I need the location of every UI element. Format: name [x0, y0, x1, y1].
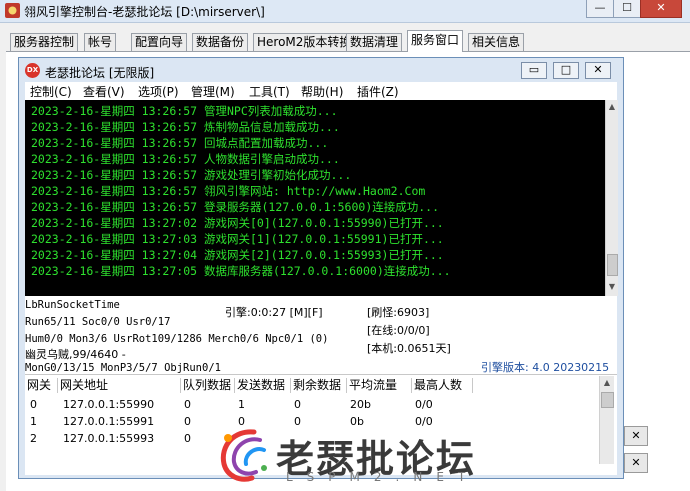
queue-data: 0 [184, 432, 191, 445]
table-row[interactable]: 0 127.0.0.1:55990 0 1 0 20b 0/0 [25, 396, 599, 413]
menu-bar: 控制(C) 查看(V) 选项(P) 管理(M) 工具(T) 帮助(H) 插件(Z… [25, 82, 617, 100]
log-line: 2023-2-16-星期四 13:27:04 游戏网关[2](127.0.0.1… [31, 248, 444, 262]
log-line: 2023-2-16-星期四 13:27:05 数据库服务器(127.0.0.1:… [31, 264, 451, 278]
avg-traffic: 20b [350, 398, 371, 411]
log-line: 2023-2-16-星期四 13:26:57 翎风引擎网站: http://ww… [31, 184, 426, 198]
log-line: 2023-2-16-星期四 13:26:57 人物数据引擎启动成功... [31, 152, 340, 166]
scroll-down-arrow-icon[interactable]: ▼ [607, 282, 617, 292]
status-panel: LbRunSocketTime Run65/11 Soc0/0 Usr0/17 … [25, 296, 617, 374]
app-logo-icon: DX [25, 63, 40, 78]
status-line: Hum0/0 Mon3/6 UsrRot109/1286 Merch0/6 Np… [25, 333, 329, 345]
service-window: DX 老瑟批论坛 [无限版] ▭ □ ✕ 控制(C) 查看(V) 选项(P) 管… [18, 57, 624, 479]
log-line: 2023-2-16-星期四 13:27:03 游戏网关[1](127.0.0.1… [31, 232, 444, 246]
inner-close-button[interactable]: ✕ [585, 62, 611, 79]
scroll-up-arrow-icon[interactable]: ▲ [602, 378, 612, 387]
tab-account[interactable]: 帐号 [84, 33, 117, 51]
menu-tools[interactable]: 工具(T) [249, 83, 290, 100]
inner-title-bar: DX 老瑟批论坛 [无限版] ▭ □ ✕ [19, 58, 623, 82]
gate-id: 2 [30, 432, 37, 445]
title-bar: 翎风引擎控制台-老瑟批论坛 [D:\mirserver\] — ☐ ✕ [0, 0, 690, 23]
main-window: 翎风引擎控制台-老瑟批论坛 [D:\mirserver\] — ☐ ✕ 服务器控… [0, 0, 690, 491]
menu-control[interactable]: 控制(C) [30, 83, 72, 100]
log-line: 2023-2-16-星期四 13:27:02 游戏网关[0](127.0.0.1… [31, 216, 444, 230]
max-players: 0/0 [415, 415, 433, 428]
gate-address: 127.0.0.1:55990 [63, 398, 155, 411]
queue-data: 0 [184, 398, 191, 411]
menu-help[interactable]: 帮助(H) [301, 83, 343, 100]
queue-data: 0 [184, 415, 191, 428]
close-button[interactable]: ✕ [640, 0, 682, 18]
gate-id: 1 [30, 415, 37, 428]
refresh-monster-count: [刷怪:6903] [367, 306, 430, 319]
tab-service-window[interactable]: 服务窗口 [407, 30, 464, 52]
local-uptime: [本机:0.0651天] [367, 342, 451, 355]
log-line: 2023-2-16-星期四 13:26:57 登录服务器(127.0.0.1:5… [31, 200, 440, 214]
tab-server-control[interactable]: 服务器控制 [10, 33, 79, 51]
log-line: 2023-2-16-星期四 13:26:57 游戏处理引擎初始化成功... [31, 168, 352, 182]
table-scrollbar[interactable]: ▲ [599, 376, 614, 464]
inner-minimize-button[interactable]: ▭ [521, 62, 547, 79]
scroll-up-arrow-icon[interactable]: ▲ [607, 102, 617, 112]
inner-maximize-button[interactable]: □ [553, 62, 579, 79]
avg-traffic: 0b [350, 415, 364, 428]
console-scrollbar[interactable]: ▲ ▼ [605, 100, 618, 296]
watermark-logo-icon [220, 429, 267, 482]
status-line: Run65/11 Soc0/0 Usr0/17 [25, 316, 171, 328]
tab-herom2-convert[interactable]: HeroM2版本转换 [253, 33, 356, 51]
app-icon [5, 3, 20, 18]
engine-time: 引擎:0:0:27 [M][F] [225, 306, 323, 319]
menu-options[interactable]: 选项(P) [138, 83, 179, 100]
online-count: [在线:0/0/0] [367, 324, 430, 337]
log-line: 2023-2-16-星期四 13:26:57 回城点配置加载成功... [31, 136, 329, 150]
tab-data-backup[interactable]: 数据备份 [192, 33, 249, 51]
log-console[interactable]: 2023-2-16-星期四 13:26:57 管理NPC列表加载成功... 20… [25, 100, 605, 296]
column-header[interactable]: 剩余数据 [291, 378, 347, 393]
remaining-data: 0 [294, 415, 301, 428]
menu-manage[interactable]: 管理(M) [191, 83, 235, 100]
column-header[interactable]: 网关地址 [58, 378, 181, 393]
side-close-button[interactable]: ✕ [624, 426, 648, 446]
status-line: LbRunSocketTime [25, 299, 120, 311]
send-data: 1 [238, 398, 245, 411]
window-title: 翎风引擎控制台-老瑟批论坛 [D:\mirserver\] [24, 5, 265, 19]
menu-view[interactable]: 查看(V) [83, 83, 125, 100]
tab-data-cleanup[interactable]: 数据清理 [346, 33, 403, 51]
remaining-data: 0 [294, 398, 301, 411]
gate-id: 0 [30, 398, 37, 411]
gate-address: 127.0.0.1:55991 [63, 415, 155, 428]
column-header[interactable]: 平均流量 [347, 378, 412, 393]
inner-window-title: 老瑟批论坛 [无限版] [45, 66, 155, 80]
scroll-thumb[interactable] [607, 254, 618, 276]
column-header[interactable]: 网关 [25, 378, 58, 393]
maximize-button[interactable]: ☐ [613, 0, 641, 18]
tab-related-info[interactable]: 相关信息 [468, 33, 525, 51]
column-header[interactable]: 队列数据 [181, 378, 235, 393]
menu-plugins[interactable]: 插件(Z) [357, 83, 399, 100]
status-line: MonG0/13/15 MonP3/5/7 ObjRun0/1 [25, 362, 221, 374]
column-header[interactable]: 发送数据 [235, 378, 291, 393]
tab-config-wizard[interactable]: 配置向导 [131, 33, 188, 51]
scroll-thumb[interactable] [601, 392, 614, 408]
status-line: 幽灵乌贼,99/4640 - [25, 348, 126, 361]
watermark-subtitle: LSPM2.NET [286, 470, 480, 484]
engine-version: 引擎版本: 4.0 20230215 [481, 361, 610, 374]
log-line: 2023-2-16-星期四 13:26:57 炼制物品信息加载成功... [31, 120, 340, 134]
gate-address: 127.0.0.1:55993 [63, 432, 155, 445]
side-close-button[interactable]: ✕ [624, 453, 648, 473]
column-header[interactable]: 最高人数 [412, 378, 473, 393]
log-line: 2023-2-16-星期四 13:26:57 管理NPC列表加载成功... [31, 104, 338, 118]
minimize-button[interactable]: — [586, 0, 614, 18]
max-players: 0/0 [415, 398, 433, 411]
